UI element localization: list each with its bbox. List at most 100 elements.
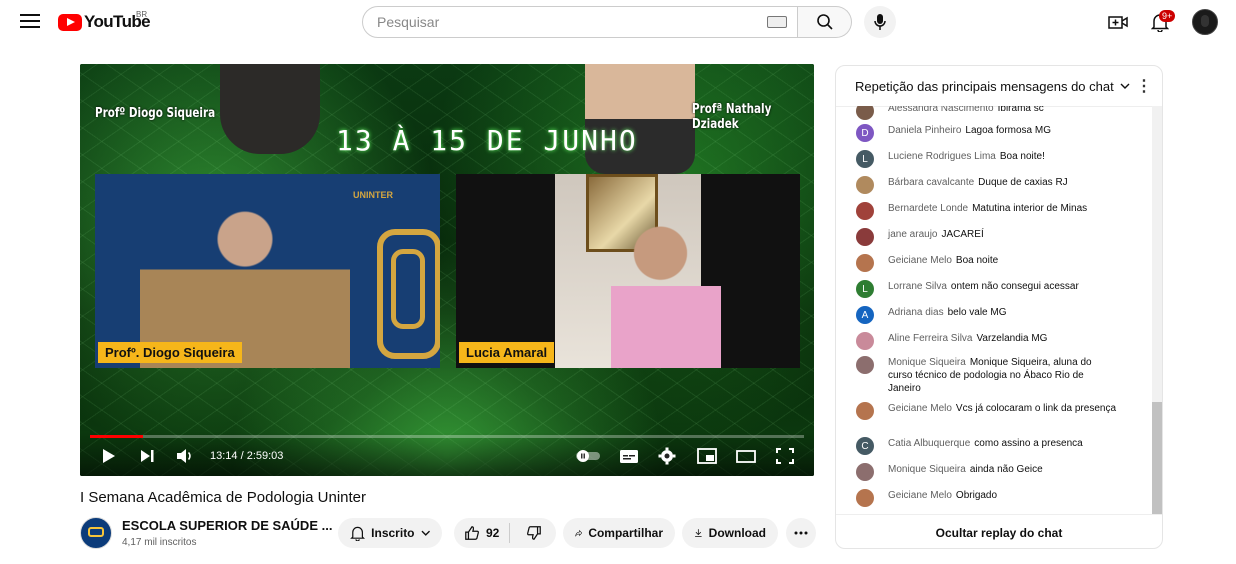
more-actions-button[interactable] [786, 518, 816, 548]
chat-author[interactable]: Monique Siqueira [888, 464, 966, 475]
chat-message: Aline Ferreira Silva Varzelandia MG [856, 332, 1116, 350]
channel-avatar[interactable] [80, 517, 112, 549]
chat-author[interactable]: Catia Albuquerque [888, 438, 970, 449]
chat-message: Alessandra Nascimento Ibirama sc [856, 106, 1116, 120]
chat-avatar[interactable] [856, 202, 874, 220]
chat-avatar[interactable] [856, 356, 874, 374]
share-button[interactable]: Compartilhar [563, 518, 675, 548]
youtube-logo[interactable]: YouTube BR [58, 10, 151, 34]
subtitles-icon[interactable] [618, 446, 640, 466]
chat-author[interactable]: Geiciane Melo [888, 490, 952, 501]
chat-author[interactable]: Bárbara cavalcante [888, 177, 974, 188]
chat-author[interactable]: Monique Siqueira [888, 357, 966, 368]
autoplay-toggle-icon[interactable] [574, 446, 602, 466]
name-tag-2: Lucia Amaral [459, 342, 555, 363]
chat-author[interactable]: jane araujo [888, 229, 937, 240]
chat-author[interactable]: Daniela Pinheiro [888, 125, 961, 136]
chevron-down-icon[interactable] [1120, 83, 1130, 89]
share-icon [575, 529, 583, 537]
hide-chat-replay-button[interactable]: Ocultar replay do chat [836, 514, 1162, 548]
camera-feed-1: UNINTER [95, 174, 440, 368]
chat-author[interactable]: Geiciane Melo [888, 403, 952, 414]
chat-message: L Luciene Rodrigues Lima Boa noite! [856, 150, 1116, 168]
chat-message: L Lorrane Silva ontem não consegui acessar [856, 280, 1116, 298]
chat-message: Monique Siqueira ainda não Geice [856, 463, 1116, 481]
chat-author[interactable]: Luciene Rodrigues Lima [888, 151, 996, 162]
chat-author[interactable]: Bernardete Londe [888, 203, 968, 214]
chat-author[interactable]: Geiciane Melo [888, 255, 952, 266]
chat-message-body: Adriana dias belo vale MG [888, 306, 1007, 324]
search-button[interactable] [798, 6, 852, 38]
chat-author[interactable]: Alessandra Nascimento [888, 106, 994, 114]
dislike-button[interactable] [516, 525, 552, 541]
uninter-logo-icon [377, 229, 440, 359]
chat-avatar[interactable] [856, 254, 874, 272]
chat-message: Geiciane Melo Vcs já colocaram o link da … [856, 402, 1116, 420]
chat-avatar[interactable] [856, 489, 874, 507]
chat-author[interactable]: Aline Ferreira Silva [888, 333, 972, 344]
chat-avatar[interactable]: L [856, 150, 874, 168]
chat-message: D Daniela Pinheiro Lagoa formosa MG [856, 124, 1116, 142]
chat-avatar[interactable] [856, 228, 874, 246]
chat-header[interactable]: Repetição das principais mensagens do ch… [836, 66, 1162, 107]
chat-mode-label[interactable]: Repetição das principais mensagens do ch… [855, 79, 1114, 94]
chat-scrollbar-thumb[interactable] [1152, 402, 1162, 514]
search-input[interactable] [363, 13, 767, 31]
chat-avatar[interactable] [856, 176, 874, 194]
chat-text: como assino a presenca [974, 438, 1083, 449]
miniplayer-icon[interactable] [696, 446, 718, 466]
like-button[interactable]: 92 [454, 523, 511, 543]
chat-author[interactable]: Adriana dias [888, 307, 944, 318]
video-title: I Semana Acadêmica de Podologia Uninter [80, 489, 367, 506]
like-count: 92 [486, 526, 500, 540]
share-label: Compartilhar [588, 526, 663, 540]
chat-text: Lagoa formosa MG [965, 125, 1051, 136]
chat-message-body: Bernardete Londe Matutina interior de Min… [888, 202, 1087, 220]
progress-bar[interactable] [90, 435, 804, 438]
channel-name[interactable]: ESCOLA SUPERIOR DE SAÚDE ... [122, 518, 332, 533]
voice-search-button[interactable] [864, 6, 896, 38]
download-button[interactable]: Download [682, 518, 778, 548]
chat-message-body: Geiciane Melo Obrigado [888, 489, 997, 507]
menu-icon[interactable] [18, 10, 42, 34]
chat-avatar[interactable]: L [856, 280, 874, 298]
chat-message-body: Lorrane Silva ontem não consegui acessar [888, 280, 1079, 298]
chat-message-list[interactable]: Alessandra Nascimento Ibirama sc D Daniela … [836, 106, 1152, 514]
video-player[interactable]: Profº Diogo Siqueira Profª Nathaly Dziad… [80, 64, 814, 476]
volume-icon[interactable] [174, 446, 196, 466]
theater-icon[interactable] [735, 446, 757, 466]
create-icon [1108, 16, 1128, 29]
chat-avatar[interactable]: A [856, 306, 874, 324]
search-icon [816, 14, 833, 30]
video-presenter-left [220, 64, 320, 154]
chat-panel: Repetição das principais mensagens do ch… [835, 65, 1163, 549]
fullscreen-icon[interactable] [774, 446, 796, 466]
account-avatar[interactable] [1192, 9, 1218, 35]
chat-avatar[interactable] [856, 402, 874, 420]
chat-avatar[interactable] [856, 106, 874, 120]
next-icon[interactable] [136, 446, 158, 466]
subscribed-label: Inscrito [371, 526, 415, 540]
subscriber-count: 4,17 mil inscritos [122, 537, 197, 548]
chat-avatar[interactable]: D [856, 124, 874, 142]
chat-text: Ibirama sc [997, 106, 1044, 114]
chat-author[interactable]: Lorrane Silva [888, 281, 947, 292]
thumb-down-icon [527, 526, 542, 540]
camera-feed-2 [456, 174, 800, 368]
settings-icon[interactable] [656, 446, 678, 466]
chat-message: Geiciane Melo Obrigado [856, 489, 1116, 507]
kebab-icon[interactable]: ⋮ [1136, 76, 1152, 96]
chat-message: C Catia Albuquerque como assino a presenca [856, 437, 1116, 455]
chat-text: Matutina interior de Minas [972, 203, 1088, 214]
keyboard-icon[interactable] [767, 16, 787, 28]
youtube-logo-icon [58, 13, 82, 31]
subscribed-button[interactable]: Inscrito [338, 518, 442, 548]
chat-avatar[interactable] [856, 332, 874, 350]
play-icon[interactable] [98, 446, 120, 466]
create-button[interactable] [1106, 10, 1130, 34]
chevron-down-icon [420, 530, 430, 536]
chat-avatar[interactable]: C [856, 437, 874, 455]
search-box[interactable] [362, 6, 798, 38]
chat-avatar[interactable] [856, 463, 874, 481]
chat-text: Boa noite! [999, 151, 1045, 162]
